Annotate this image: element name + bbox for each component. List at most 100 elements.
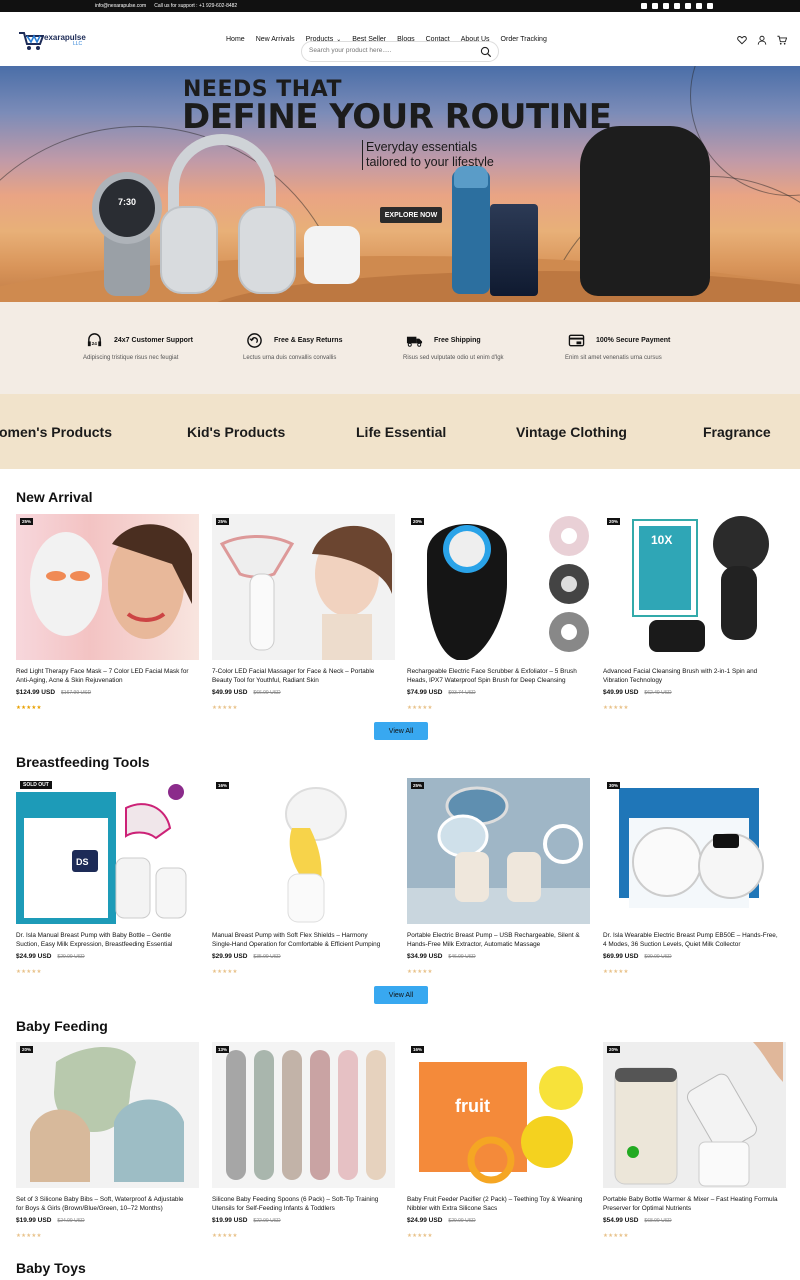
contact-email[interactable]: info@nexarapulse.com [95, 3, 146, 9]
explore-now-button[interactable]: EXPLORE NOW [380, 207, 442, 223]
cart-icon[interactable] [777, 35, 787, 45]
product-name[interactable]: Rechargeable Electric Face Scrubber & Ex… [407, 668, 583, 685]
section-title: Baby Feeding [16, 1018, 108, 1034]
product-name[interactable]: Manual Breast Pump with Soft Flex Shield… [212, 932, 388, 949]
view-all-button[interactable]: View All [374, 986, 428, 1004]
product-name[interactable]: Baby Fruit Feeder Pacifier (2 Pack) – Te… [407, 1196, 583, 1213]
product-name[interactable]: Advanced Facial Cleansing Brush with 2-i… [603, 668, 779, 685]
discount-badge: 13% [216, 1046, 230, 1053]
linkedin-icon[interactable] [663, 3, 669, 9]
product-card[interactable]: 25% Portable Electric Breast Pump – USB … [407, 778, 590, 983]
product-price: $49.99 USD $62.49 USD [603, 689, 672, 696]
product-image[interactable]: 25% [16, 514, 199, 660]
feature-desc: Enim sit amet venenatis urna cursus [565, 355, 662, 361]
product-name[interactable]: Silicone Baby Feeding Spoons (6 Pack) – … [212, 1196, 388, 1213]
instagram-icon[interactable] [652, 3, 658, 9]
category-kids-products[interactable]: Kid's Products [187, 424, 285, 440]
product-card[interactable]: 25% 7-Color LED Facial Massager for Face… [212, 514, 395, 719]
product-price: $49.99 USD $66.99 USD [212, 689, 281, 696]
product-card[interactable]: 20% Set of 3 Silicone Baby Bibs – Soft, … [16, 1042, 199, 1247]
user-icon[interactable] [757, 35, 767, 45]
discount-badge: 16% [411, 1046, 425, 1053]
perfume-image [490, 204, 538, 296]
product-name[interactable]: Portable Baby Bottle Warmer & Mixer – Fa… [603, 1196, 779, 1213]
category-vintage-clothing[interactable]: Vintage Clothing [516, 424, 627, 440]
section-title: Breastfeeding Tools [16, 754, 150, 770]
pinterest-icon[interactable] [707, 3, 713, 9]
facebook-icon[interactable] [641, 3, 647, 9]
product-image[interactable]: 13% [212, 1042, 395, 1188]
product-image[interactable]: 25% [212, 514, 395, 660]
flex-pump-illustration [285, 787, 347, 923]
product-price: $69.99 USD $99.99 USD [603, 953, 672, 960]
feature-desc: Adipiscing tristique risus nec feugiat [83, 355, 179, 361]
product-card[interactable]: 30% Dr. Isla Wearable Electric Breast Pu… [603, 778, 786, 983]
product-card[interactable]: 20% Portable Baby Bottle Warmer & Mixer … [603, 1042, 786, 1247]
feature-title: Free & Easy Returns [274, 337, 343, 344]
rating-stars: ★★★★★ [407, 705, 433, 711]
product-price: $29.99 USD $35.99 USD [212, 953, 281, 960]
current-price: $19.99 USD [16, 1217, 52, 1224]
old-price: $29.99 USD [448, 1218, 476, 1224]
product-card[interactable]: DS SOLD OUT Dr. Isla Manual Breast Pump … [16, 778, 199, 983]
product-name[interactable]: Dr. Isla Manual Breast Pump with Baby Bo… [16, 932, 192, 949]
product-name[interactable]: Portable Electric Breast Pump – USB Rech… [407, 932, 583, 949]
rating-stars: ★★★★★ [407, 969, 433, 975]
product-image[interactable]: 30% [603, 778, 786, 924]
product-name[interactable]: Dr. Isla Wearable Electric Breast Pump E… [603, 932, 779, 949]
category-life-essential[interactable]: Life Essential [356, 424, 446, 440]
product-price: $124.99 USD $167.99 USD [16, 689, 91, 696]
product-card[interactable]: 25% Red Light Therapy Face Mask – 7 Colo… [16, 514, 199, 719]
heart-icon[interactable] [737, 35, 747, 45]
rating-stars: ★★★★★ [407, 1233, 433, 1239]
backpack-image [580, 126, 710, 296]
product-image[interactable]: 25% [407, 778, 590, 924]
product-image[interactable]: DS SOLD OUT [16, 778, 199, 924]
discount-badge: 16% [216, 782, 230, 789]
tiktok-icon[interactable] [696, 3, 702, 9]
nav-new-arrivals[interactable]: New Arrivals [256, 36, 295, 43]
search-input[interactable] [309, 47, 469, 54]
product-card[interactable]: 13% Silicone Baby Feeding Spoons (6 Pack… [212, 1042, 395, 1247]
product-price: $19.99 USD $24.99 USD [16, 1217, 85, 1224]
product-price: $34.99 USD $46.99 USD [407, 953, 476, 960]
current-price: $49.99 USD [603, 689, 639, 696]
product-image[interactable]: 20% [603, 1042, 786, 1188]
feature-title: Free Shipping [434, 337, 481, 344]
support-phone[interactable]: Call us for support : +1 929-602-8482 [154, 3, 237, 9]
rating-stars: ★★★★★ [212, 969, 238, 975]
youtube-icon[interactable] [685, 3, 691, 9]
rating-stars: ★★★★★ [603, 705, 629, 711]
water-bottle-cap [454, 166, 488, 188]
wearable-pump-illustration [619, 788, 764, 908]
hero-banner: NEEDS THAT DEFINE YOUR ROUTINE Everyday … [0, 66, 800, 302]
product-name[interactable]: Set of 3 Silicone Baby Bibs – Soft, Wate… [16, 1196, 192, 1213]
product-name[interactable]: Red Light Therapy Face Mask – 7 Color LE… [16, 668, 192, 685]
sold-out-badge: SOLD OUT [20, 781, 52, 789]
old-price: $62.49 USD [644, 690, 672, 696]
current-price: $34.99 USD [407, 953, 443, 960]
product-price: $19.99 USD $22.99 USD [212, 1217, 281, 1224]
x-icon[interactable] [674, 3, 680, 9]
product-card[interactable]: fruit 16% Baby Fruit Feeder Pacifier (2 … [407, 1042, 590, 1247]
product-card[interactable]: 20% Rechargeable Electric Face Scrubber … [407, 514, 590, 719]
product-name[interactable]: 7-Color LED Facial Massager for Face & N… [212, 668, 388, 685]
category-fragrance[interactable]: Fragrance [703, 424, 771, 440]
product-image[interactable]: 16% [212, 778, 395, 924]
nav-home[interactable]: Home [226, 36, 245, 43]
product-image[interactable]: 10X 20% [603, 514, 786, 660]
product-card[interactable]: 16% Manual Breast Pump with Soft Flex Sh… [212, 778, 395, 983]
logo[interactable]: exarapulse LLC [18, 28, 88, 54]
product-card[interactable]: 10X 20% Advanced Facial Cleansing Brush … [603, 514, 786, 719]
nav-order-tracking[interactable]: Order Tracking [501, 36, 547, 43]
feature-desc: Lectus urna duis convallis convallis [243, 355, 337, 361]
product-image[interactable]: 20% [407, 514, 590, 660]
search-icon[interactable] [480, 46, 492, 58]
category-womens-products[interactable]: Women's Products [0, 424, 112, 440]
product-image[interactable]: fruit 16% [407, 1042, 590, 1188]
rating-stars: ★★★★★ [603, 1233, 629, 1239]
manual-pump-illustration: DS [16, 784, 187, 924]
product-image[interactable]: 20% [16, 1042, 199, 1188]
old-price: $99.99 USD [644, 954, 672, 960]
view-all-button[interactable]: View All [374, 722, 428, 740]
